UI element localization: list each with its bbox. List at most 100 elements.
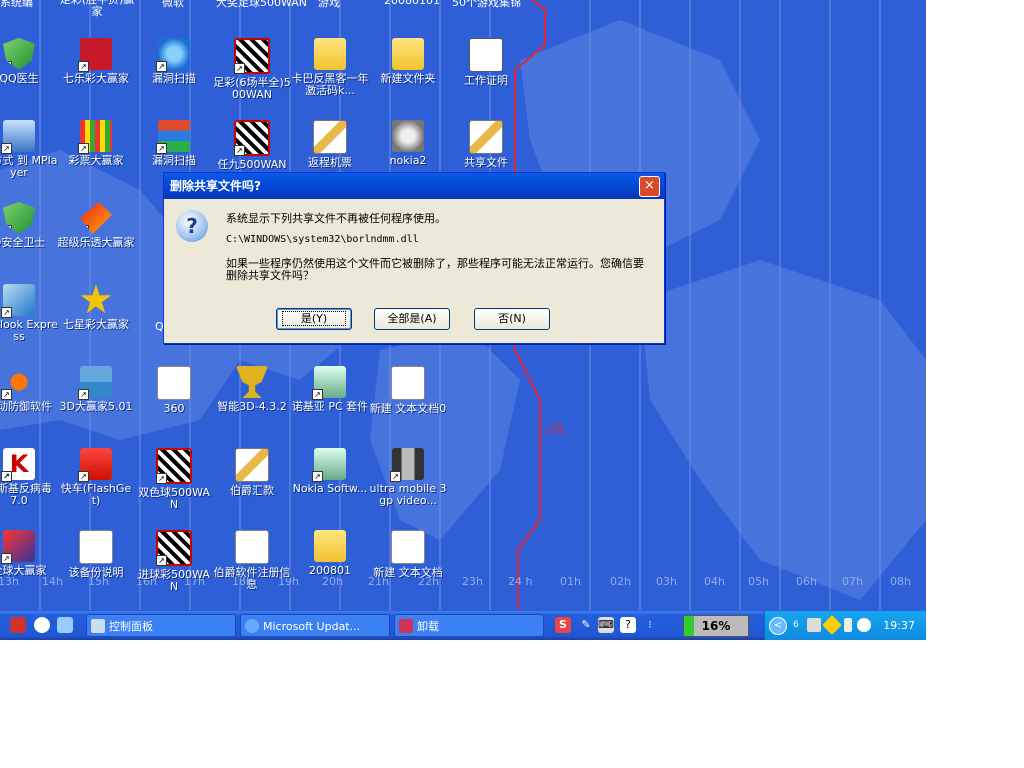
- desktop-icon-qq-doctor[interactable]: ↗ QQ医生: [0, 38, 58, 85]
- dialog-body: ? 系统显示下列共享文件不再被任何程序使用。 C:\WINDOWS\system…: [164, 200, 664, 343]
- desktop-icon-smart-3d[interactable]: 智能3D-4.3.2: [213, 366, 291, 413]
- volume-icon[interactable]: [857, 618, 871, 632]
- security-icon[interactable]: [822, 615, 842, 635]
- top-label: 50个游戏集锦: [452, 0, 521, 9]
- cpu-meter: 16%: [683, 615, 749, 637]
- nokia-icon: ↗: [312, 448, 346, 482]
- shield-icon: ↗: [3, 38, 35, 70]
- desktop-icon-kaba-folder[interactable]: 卡巴反黑客一年激活码k...: [291, 38, 369, 97]
- desktop-icon-ssq-500wan[interactable]: ↗ 双色球500WAN: [135, 448, 213, 511]
- desktop-icon-nokia-pc-suite[interactable]: ↗ 诺基亚 PC 套件: [291, 366, 369, 413]
- top-label: 20080101: [384, 0, 440, 7]
- pen-doc-icon: [469, 120, 503, 154]
- desktop-icon-global-winner[interactable]: ↗全球大赢家: [0, 530, 58, 577]
- task-uninstall[interactable]: 卸载: [394, 614, 544, 637]
- kaspersky-icon: K ↗: [1, 448, 35, 482]
- usb-icon[interactable]: [844, 618, 852, 632]
- desktop-icon-active-defense[interactable]: ↗主动防御软件: [0, 366, 58, 413]
- folder-icon: [314, 530, 346, 562]
- desktop-icon-new-text[interactable]: 新建 文本文档: [369, 530, 447, 579]
- desktop-icon-3d-winner[interactable]: ↗ 3D大赢家5.01: [57, 366, 135, 413]
- flashget-icon: ↗: [78, 448, 112, 482]
- media-player-icon: ↗: [1, 120, 35, 154]
- top-label: 微软: [162, 0, 184, 9]
- cpu-meter-text: 16%: [701, 619, 731, 633]
- desktop-icon-remittance[interactable]: 伯爵汇款: [213, 448, 291, 497]
- desktop-icon-nokia2[interactable]: nokia2: [369, 120, 447, 167]
- no-button[interactable]: 否(N): [474, 308, 550, 330]
- keyboard-icon[interactable]: ⌨: [598, 617, 614, 633]
- network-icon: ↗: [78, 366, 112, 400]
- desktop-icon-work-proof[interactable]: 工作证明: [447, 38, 525, 87]
- desktop-icon-360-safe[interactable]: ↗Q安全卫士: [0, 202, 58, 249]
- desktop-icon-return-ticket[interactable]: 返程机票: [291, 120, 369, 169]
- desktop-icon-super-lotto[interactable]: ↗ 超级乐透大赢家: [57, 202, 135, 249]
- defense-icon: ↗: [1, 366, 35, 400]
- yes-to-all-button[interactable]: 全部是(A): [374, 308, 450, 330]
- taskbar: 控制面板 Microsoft Updat... 卸载 S ✎ ⌨ ? ⁝ 16%…: [0, 611, 926, 640]
- desktop-icon-qile-lottery[interactable]: ↗ 七乐彩大赢家: [57, 38, 135, 85]
- system-tray: < 6 19:37: [764, 611, 926, 640]
- shield-icon: ↗: [3, 202, 35, 234]
- chevron-left-icon[interactable]: <: [769, 617, 787, 635]
- desktop-icon-mplayer[interactable]: ↗捷方式 到 MPlayer: [0, 120, 58, 179]
- pen-icon[interactable]: ✎: [578, 617, 594, 633]
- dialog-message: 系统显示下列共享文件不再被任何程序使用。: [226, 212, 446, 225]
- star-icon: [80, 284, 112, 314]
- ie-icon: [245, 619, 259, 633]
- desktop-icon-outlook[interactable]: ↗Outlook Express: [0, 284, 58, 343]
- lottery-icon: ↗: [78, 38, 112, 72]
- pen-doc-icon: [235, 448, 269, 482]
- 500wan-icon: ↗: [156, 448, 192, 484]
- desktop-icon-seven-star[interactable]: 七星彩大赢家: [57, 284, 135, 331]
- 500wan-icon: ↗: [234, 120, 270, 156]
- desktop-icon-shared-files[interactable]: 共享文件: [447, 120, 525, 169]
- quicklaunch-desktop-icon[interactable]: [57, 617, 73, 633]
- lottery-icon: ↗: [80, 202, 112, 234]
- close-icon[interactable]: ×: [639, 176, 660, 197]
- desktop-icon-registration-info[interactable]: 伯爵软件注册信息: [213, 530, 291, 591]
- top-label: 游戏: [318, 0, 340, 9]
- desktop-icon-kaspersky[interactable]: K↗巴斯基反病毒 7.0: [0, 448, 58, 507]
- desktop-icon-backup-notes[interactable]: 该备份说明: [57, 530, 135, 579]
- 500wan-icon: ↗: [156, 530, 192, 566]
- quicklaunch-browser-icon[interactable]: [34, 617, 50, 633]
- text-doc-icon: [235, 530, 269, 564]
- desktop-icon-vuln-scan[interactable]: ↗ 漏洞扫描: [135, 38, 213, 85]
- dialog-warning: 如果一些程序仍然使用这个文件而它被删除了，那些程序可能无法正常运行。您确信要删除…: [226, 257, 644, 282]
- desktop-icon-lottery-winner[interactable]: ↗ 彩票大赢家: [57, 120, 135, 167]
- desktop-icon-360[interactable]: 360: [135, 366, 213, 415]
- text-doc-icon: [391, 530, 425, 564]
- desktop-icon-jqc-500wan[interactable]: ↗ 进球彩500WAN: [135, 530, 213, 593]
- dialog-title: 删除共享文件吗?: [170, 179, 261, 193]
- network-icon[interactable]: [807, 618, 821, 632]
- question-icon: ?: [176, 210, 208, 242]
- ie-icon: ↗: [156, 38, 190, 72]
- yes-button[interactable]: 是(Y): [276, 308, 352, 330]
- desktop-icon-200801[interactable]: 200801: [291, 530, 369, 577]
- nokia-icon: ↗: [312, 366, 346, 400]
- phone-icon: ↗: [390, 448, 424, 482]
- outlook-icon: ↗: [1, 284, 35, 318]
- folder-icon: [392, 38, 424, 70]
- desktop-icon-ultra-mobile[interactable]: ↗ ultra mobile 3gp video...: [369, 448, 447, 507]
- desktop-icon-vuln-scan-2[interactable]: ↗ 漏洞扫描: [135, 120, 213, 167]
- desktop-screen: +8 系统编 足彩(胜平负)赢家 微软 大奖足球500WAN 游戏 200801…: [0, 0, 926, 640]
- control-panel-icon: [91, 619, 105, 633]
- menu-icon[interactable]: ⁝: [642, 617, 658, 633]
- quicklaunch-app-icon[interactable]: [10, 617, 26, 633]
- desktop-icon-nokia-software[interactable]: ↗ Nokia Softw...: [291, 448, 369, 495]
- sogou-input-icon[interactable]: S: [555, 617, 571, 633]
- task-control-panel[interactable]: 控制面板: [86, 614, 236, 637]
- task-microsoft-update[interactable]: Microsoft Updat...: [240, 614, 390, 637]
- dialog-title-bar[interactable]: 删除共享文件吗?: [164, 173, 664, 199]
- desktop-icon-zucai-500wan[interactable]: ↗ 足彩(6场半全)500WAN: [213, 38, 291, 101]
- desktop-icon-flashget[interactable]: ↗ 快车(FlashGet): [57, 448, 135, 507]
- desktop-icon-new-folder[interactable]: 新建文件夹: [369, 38, 447, 85]
- dialog-file-path: C:\WINDOWS\system32\borlndmm.dll: [226, 234, 419, 245]
- help-icon[interactable]: ?: [620, 617, 636, 633]
- folder-icon: [314, 38, 346, 70]
- desktop-icon-renjiu-500wan[interactable]: ↗ 任九500WAN: [213, 120, 291, 171]
- desktop-icon-new-text-0[interactable]: 新建 文本文档0: [369, 366, 447, 415]
- clock[interactable]: 19:37: [883, 611, 915, 640]
